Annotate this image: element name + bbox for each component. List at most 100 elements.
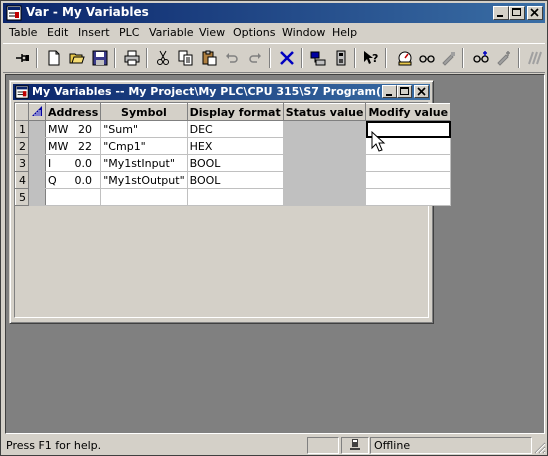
menu-plc[interactable]: PLC: [119, 26, 139, 39]
table-row[interactable]: 5: [15, 188, 452, 206]
column-header-display-format[interactable]: Display format: [186, 103, 284, 121]
column-header-address[interactable]: Address: [44, 103, 102, 121]
menu-options[interactable]: Options: [233, 26, 275, 39]
menu-view[interactable]: View: [199, 26, 225, 39]
close-button[interactable]: [527, 6, 543, 20]
address-number: 20: [78, 122, 92, 136]
address-cell[interactable]: MW 20: [44, 120, 102, 138]
paste-button[interactable]: [198, 47, 220, 69]
app-icon: [6, 5, 22, 21]
maximize-button[interactable]: [509, 6, 525, 20]
print-button[interactable]: [121, 47, 143, 69]
close-icon: [530, 8, 539, 17]
pin-button[interactable]: [11, 47, 33, 69]
undo-icon: [226, 53, 238, 63]
status-panel-empty: [307, 437, 339, 454]
delete-icon: [280, 51, 294, 65]
title-bar[interactable]: Var - My Variables: [3, 3, 545, 23]
child-maximize-button[interactable]: [397, 85, 412, 98]
address-area: MW: [48, 122, 69, 136]
status-value-cell: [282, 154, 367, 172]
save-button[interactable]: [89, 47, 111, 69]
address-cell[interactable]: [44, 188, 102, 206]
modify-all-button[interactable]: [493, 47, 515, 69]
menu-bar: Table Edit Insert PLC Variable View Opti…: [3, 24, 545, 42]
app-window: Var - My Variables Table Edit Insert PLC…: [0, 0, 548, 456]
monitor-glasses-icon: [419, 55, 435, 63]
open-button[interactable]: [66, 47, 88, 69]
column-header-modify-value[interactable]: Modify value: [365, 103, 452, 121]
open-icon: [69, 53, 85, 64]
force-button[interactable]: [524, 47, 546, 69]
child-title-bar[interactable]: My Variables -- My Project\My PLC\CPU 31…: [13, 84, 430, 100]
row-number[interactable]: 2: [15, 137, 29, 155]
menu-edit[interactable]: Edit: [47, 26, 68, 39]
child-minimize-button[interactable]: [382, 85, 397, 98]
display-format-cell[interactable]: [186, 188, 284, 206]
row-number[interactable]: 1: [15, 120, 29, 138]
modify-button[interactable]: [438, 47, 460, 69]
row-indicator: [28, 188, 46, 206]
variable-table: Address Symbol Display format Status val…: [14, 102, 452, 318]
symbol-cell[interactable]: "Cmp1": [100, 137, 188, 155]
network-button[interactable]: [307, 47, 329, 69]
help-pointer-icon: ?: [364, 51, 378, 65]
minimize-button[interactable]: [493, 6, 509, 20]
monitor-all-icon: [473, 51, 489, 63]
address-cell[interactable]: Q 0.0: [44, 171, 102, 189]
toolbar-separator: [36, 48, 38, 68]
cut-button[interactable]: [152, 47, 174, 69]
monitor-button[interactable]: [394, 47, 416, 69]
symbol-cell[interactable]: "My1stInput": [100, 154, 188, 172]
menu-variable[interactable]: Variable: [149, 26, 194, 39]
modify-value-cell[interactable]: [365, 188, 452, 206]
address-area: MW: [48, 139, 69, 153]
modify-value-cell[interactable]: [365, 154, 452, 172]
address-cell[interactable]: I 0.0: [44, 154, 102, 172]
toolbar: ?: [3, 43, 545, 73]
row-indicator: [28, 120, 46, 138]
column-header-symbol[interactable]: Symbol: [100, 103, 188, 121]
column-header-status-value[interactable]: Status value: [282, 103, 367, 121]
pin-icon: [16, 54, 29, 62]
delete-button[interactable]: [276, 47, 298, 69]
display-format-cell[interactable]: BOOL: [186, 154, 284, 172]
toolbar-separator: [518, 48, 520, 68]
context-help-button[interactable]: ?: [360, 47, 382, 69]
table-row[interactable]: 4 Q 0.0 "My1stOutput" BOOL: [15, 171, 452, 189]
child-window-title: My Variables -- My Project\My PLC\CPU 31…: [32, 85, 394, 98]
symbol-cell[interactable]: "My1stOutput": [100, 171, 188, 189]
row-number[interactable]: 5: [15, 188, 29, 206]
modify-value-cell[interactable]: [365, 171, 452, 189]
address-area: Q: [48, 173, 57, 187]
new-button[interactable]: [43, 47, 65, 69]
redo-button[interactable]: [244, 47, 266, 69]
table-row[interactable]: 3 I 0.0 "My1stInput" BOOL: [15, 154, 452, 172]
toolbar-separator: [146, 48, 148, 68]
undo-button[interactable]: [221, 47, 243, 69]
table-header-row: Address Symbol Display format Status val…: [15, 103, 452, 121]
row-number[interactable]: 3: [15, 154, 29, 172]
minimize-icon: [497, 15, 503, 17]
display-format-cell[interactable]: DEC: [186, 120, 284, 138]
monitor-glasses-button[interactable]: [416, 47, 438, 69]
menu-insert[interactable]: Insert: [78, 26, 110, 39]
new-icon: [48, 50, 60, 66]
menu-table[interactable]: Table: [9, 26, 37, 39]
maximize-icon: [512, 8, 521, 16]
symbol-cell[interactable]: [100, 188, 188, 206]
window-title: Var - My Variables: [26, 5, 149, 19]
copy-button[interactable]: [175, 47, 197, 69]
toolbar-separator: [354, 48, 356, 68]
symbol-cell[interactable]: "Sum": [100, 120, 188, 138]
monitor-all-button[interactable]: [470, 47, 492, 69]
menu-help[interactable]: Help: [332, 26, 357, 39]
row-number[interactable]: 4: [15, 171, 29, 189]
plc-button[interactable]: [330, 47, 352, 69]
menu-window[interactable]: Window: [282, 26, 325, 39]
child-close-button[interactable]: [414, 85, 429, 98]
resize-grip-icon[interactable]: [534, 442, 546, 454]
display-format-cell[interactable]: HEX: [186, 137, 284, 155]
display-format-cell[interactable]: BOOL: [186, 171, 284, 189]
address-cell[interactable]: MW 22: [44, 137, 102, 155]
